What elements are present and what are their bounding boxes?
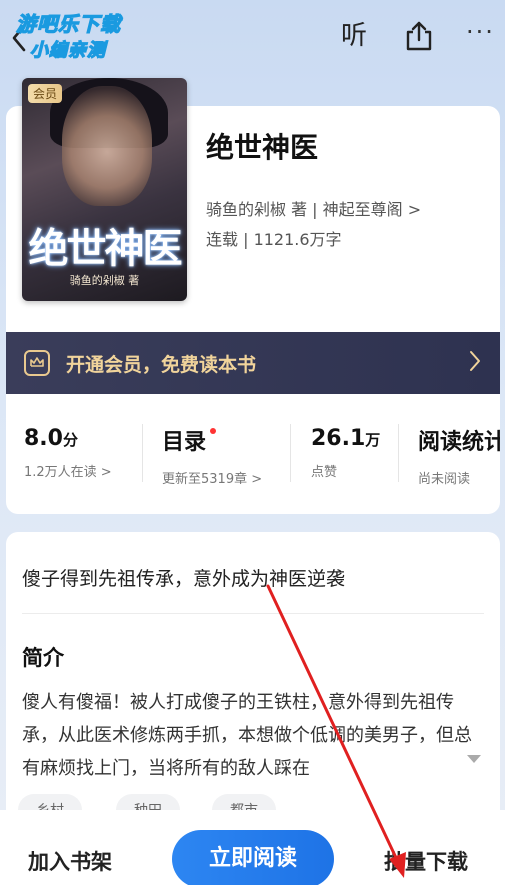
- chapter-update: 更新至5319章 >: [162, 472, 263, 487]
- stat-divider: [290, 424, 291, 482]
- book-title: 绝世神医: [206, 131, 319, 164]
- stat-reading[interactable]: 阅读统计 尚未阅读: [418, 424, 500, 487]
- likes-value: 26.1: [311, 426, 366, 451]
- crown-icon: [24, 350, 50, 376]
- reading-status: 尚未阅读: [418, 472, 471, 487]
- vip-banner[interactable]: 开通会员，免费读本书: [6, 332, 500, 394]
- likes-unit: 万: [365, 431, 381, 449]
- cover-art-figure: [62, 86, 152, 206]
- batch-download-button[interactable]: 批量下载: [384, 846, 468, 876]
- stat-divider: [142, 424, 143, 482]
- more-options-button[interactable]: ···: [466, 20, 502, 48]
- watermark-line2: 小编亲测: [29, 39, 106, 61]
- expand-icon[interactable]: [466, 752, 482, 768]
- listen-button[interactable]: 听: [337, 18, 371, 54]
- intro-text[interactable]: 傻人有傻福！被人打成傻子的王铁柱，意外得到先祖传承，从此医术修炼两手抓，本想做个…: [22, 686, 482, 785]
- readers-count: 1.2万人在读 >: [24, 465, 112, 480]
- chevron-right-icon: [468, 348, 482, 380]
- stat-rating[interactable]: 8.0分 1.2万人在读 >: [24, 426, 112, 480]
- read-now-button[interactable]: 立即阅读: [172, 830, 334, 885]
- stat-divider: [398, 424, 399, 482]
- watermark-logo: 游吧乐下载 小编亲测: [15, 8, 166, 66]
- share-icon: [406, 21, 432, 51]
- update-dot: [210, 428, 216, 434]
- stat-likes[interactable]: 26.1万 点赞: [311, 426, 380, 480]
- cover-author: 骑鱼的剁椒 著: [69, 274, 140, 287]
- add-to-shelf-button[interactable]: 加入书架: [28, 846, 112, 876]
- catalog-label: 目录: [162, 430, 207, 455]
- rating-unit: 分: [62, 431, 78, 449]
- likes-label: 点赞: [311, 465, 338, 480]
- vip-banner-text: 开通会员，免费读本书: [66, 354, 257, 376]
- book-tagline: 傻子得到先祖传承，意外成为神医逆袭: [22, 568, 346, 590]
- rating-value: 8.0: [24, 426, 63, 451]
- author-link[interactable]: 骑鱼的剁椒 著 | 神起至尊阁 >: [206, 196, 421, 220]
- watermark-line1: 游吧乐下载: [15, 11, 121, 36]
- stat-catalog[interactable]: 目录 更新至5319章 >: [162, 424, 262, 487]
- intro-heading: 简介: [22, 646, 64, 670]
- book-status: 连载 | 1121.6万字: [206, 230, 342, 249]
- cover-title: 绝世神医: [28, 225, 183, 272]
- reading-stats-label: 阅读统计: [418, 430, 500, 455]
- share-button[interactable]: [404, 20, 434, 52]
- book-cover[interactable]: 会员 绝世神医 骑鱼的剁椒 著: [22, 78, 187, 301]
- divider: [22, 613, 484, 614]
- member-badge: 会员: [28, 84, 63, 103]
